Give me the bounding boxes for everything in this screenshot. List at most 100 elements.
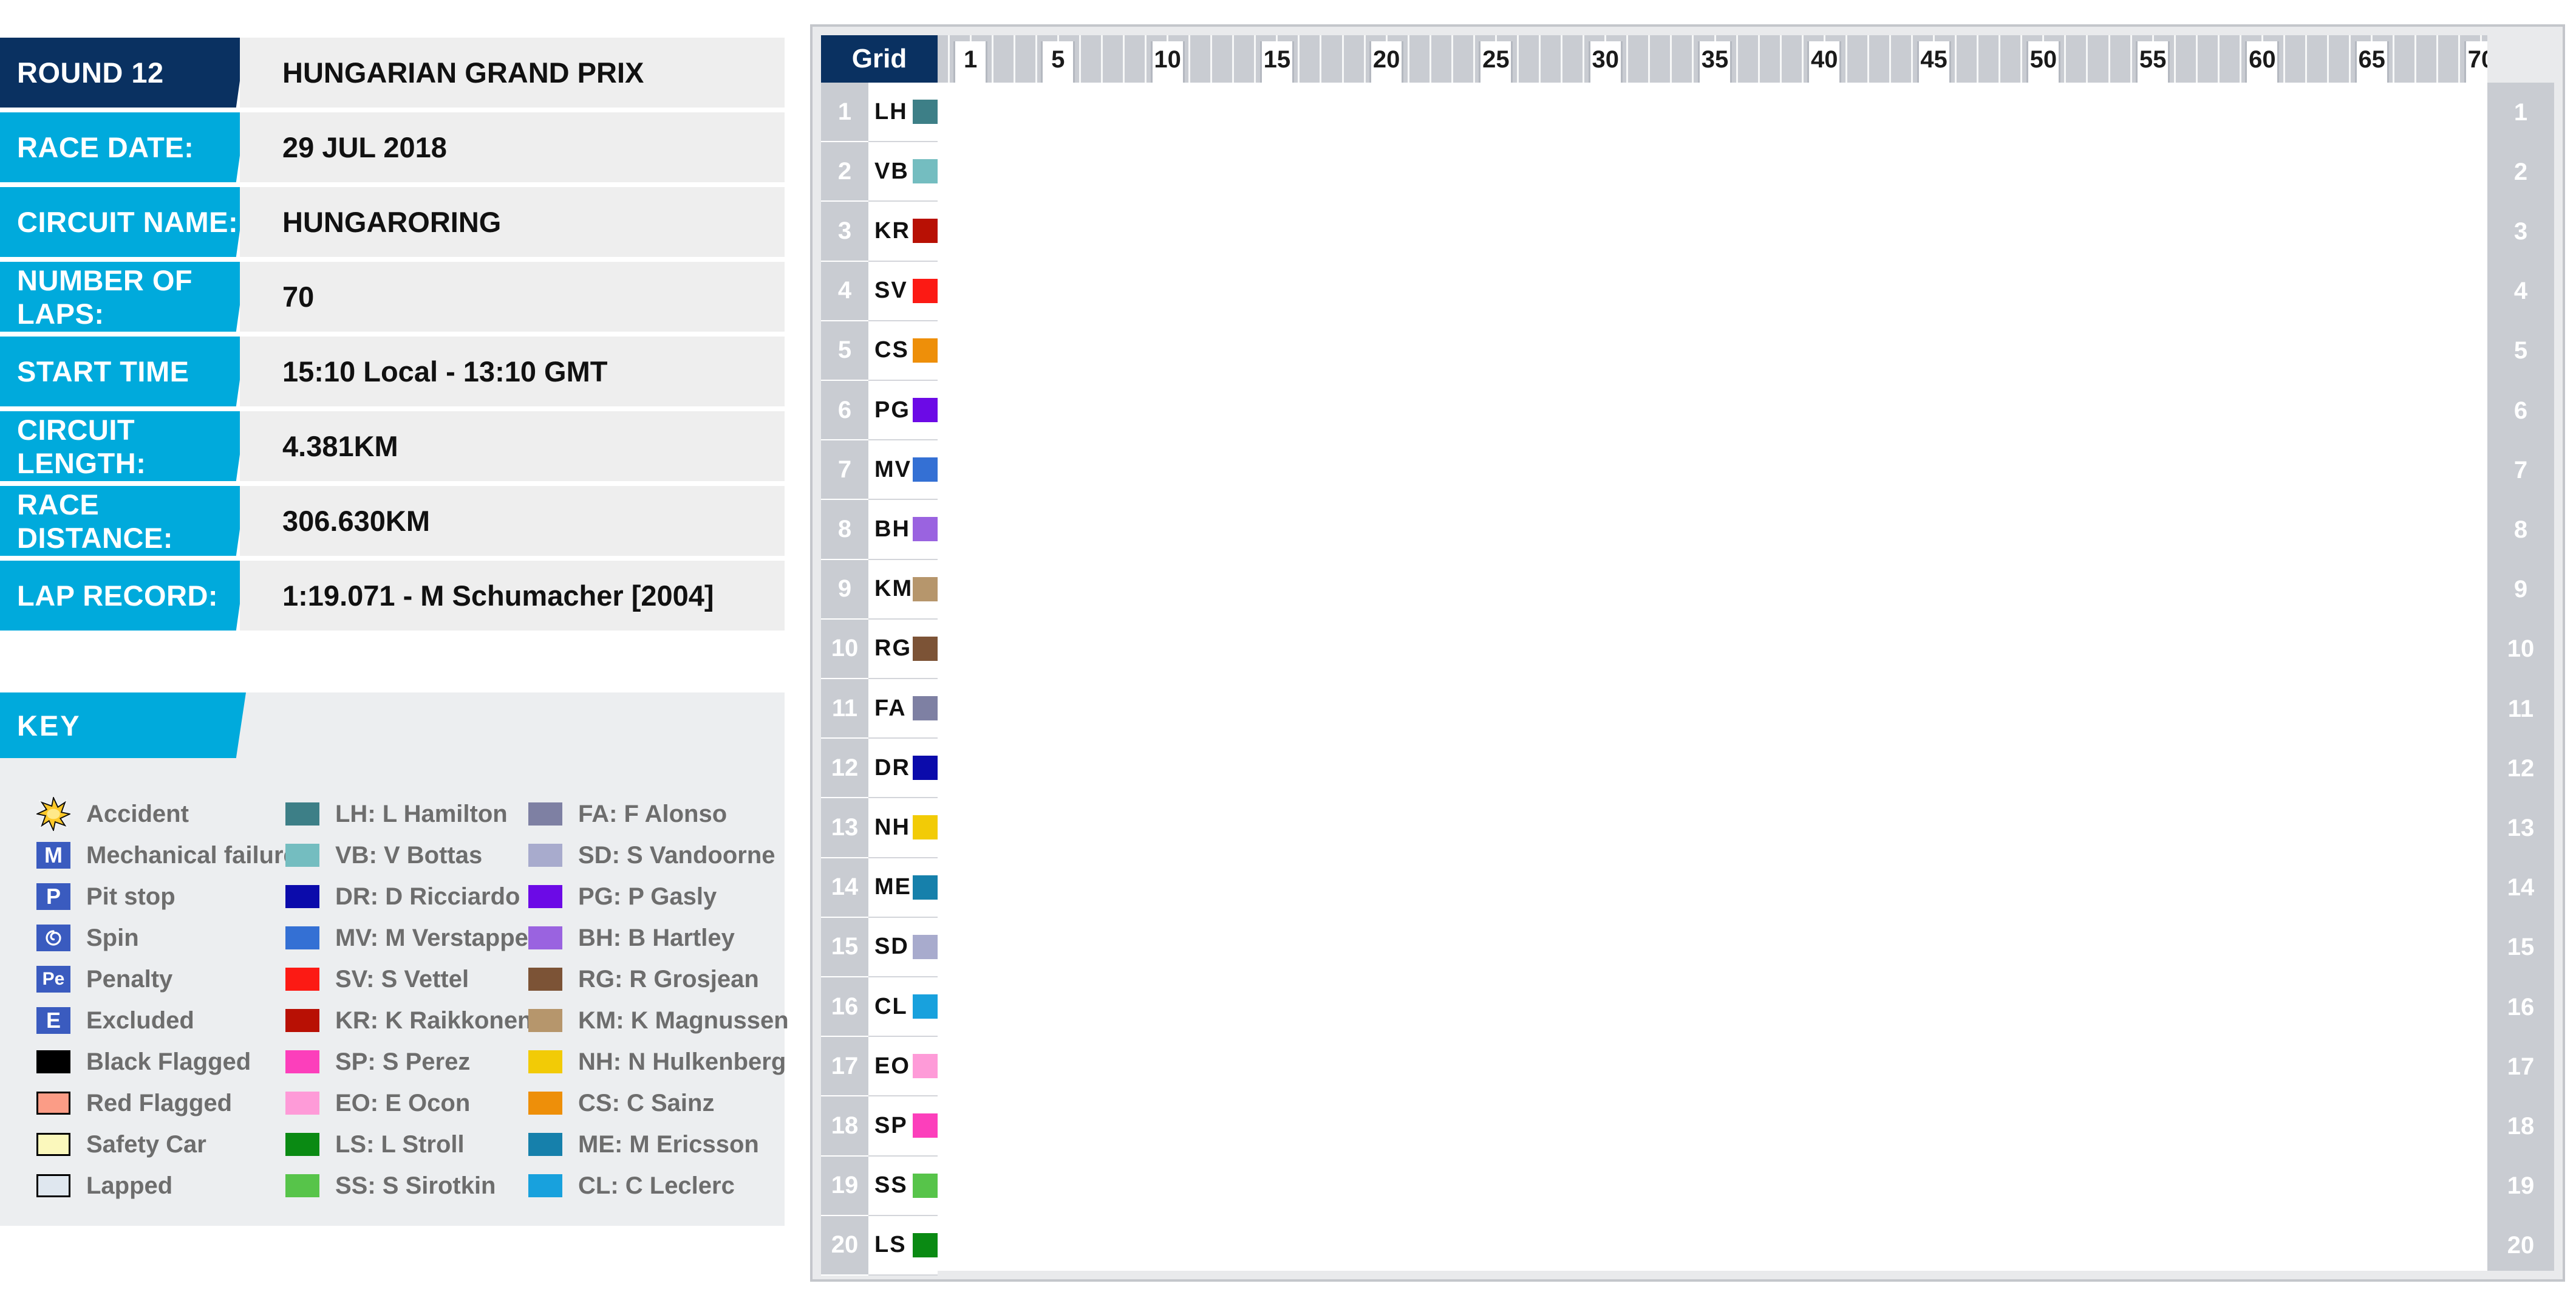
key-panel: KEY Accident M Mechanical failure P Pit stop…: [0, 692, 789, 1226]
key-drivers-column-1: LH: L Hamilton VB: V Bottas DR: D Ricciard…: [285, 793, 543, 1206]
lap-tick-30: 30: [1588, 41, 1623, 83]
lap-gridline: [2173, 35, 2176, 83]
race-info-label: CIRCUIT LENGTH:: [0, 411, 246, 481]
grid-position-13: 13: [821, 798, 868, 858]
lap-gridline: [1013, 35, 1015, 83]
lap-tick-60: 60: [2245, 41, 2280, 83]
driver-row-SV[interactable]: SV: [868, 261, 938, 321]
driver-row-MV[interactable]: MV: [868, 440, 938, 501]
lap-gridline: [1473, 35, 1475, 83]
driver-color-swatch: [285, 968, 319, 991]
driver-row-PG[interactable]: PG: [868, 381, 938, 441]
lap-gridline: [1539, 35, 1541, 83]
finish-position-17: 17: [2507, 1053, 2535, 1080]
key-driver-label: EO: E Ocon: [335, 1089, 471, 1116]
driver-row-VB[interactable]: VB: [868, 142, 938, 202]
key-item: Black Flagged: [36, 1041, 285, 1082]
lap-gridline: [1254, 35, 1256, 83]
driver-color-chip: [913, 636, 938, 661]
lap-gridline: [2393, 35, 2395, 83]
lap-gridline: [991, 35, 993, 83]
lap-gridline: [1516, 35, 1519, 83]
driver-color-swatch: [285, 844, 319, 867]
lap-gridline: [2305, 35, 2308, 83]
key-driver-label: PG: P Gasly: [578, 883, 717, 910]
driver-color-chip: [913, 1173, 938, 1198]
lap-gridline: [1320, 35, 1322, 83]
key-item: Accident: [36, 793, 285, 835]
driver-row-SS[interactable]: SS: [868, 1156, 938, 1216]
grid-position-4: 4: [821, 261, 868, 321]
grid-position-7: 7: [821, 440, 868, 501]
lap-tick-25: 25: [1479, 41, 1513, 83]
driver-row-KR[interactable]: KR: [868, 202, 938, 262]
grid-position-6: 6: [821, 381, 868, 441]
key-driver-item: CS: C Sainz: [528, 1082, 771, 1124]
lap-gridline: [2020, 35, 2023, 83]
driver-code-label: ME: [874, 874, 911, 900]
lap-gridline: [2239, 35, 2241, 83]
driver-row-KM[interactable]: KM: [868, 559, 938, 620]
driver-row-ME[interactable]: ME: [868, 858, 938, 918]
key-driver-item: KR: K Raikkonen: [285, 1000, 533, 1041]
finish-position-8: 8: [2513, 516, 2528, 543]
driver-row-RG[interactable]: RG: [868, 619, 938, 679]
lap-gridline: [1341, 35, 1344, 83]
driver-color-swatch: [528, 926, 562, 949]
driver-row-BH[interactable]: BH: [868, 500, 938, 560]
driver-row-SD[interactable]: SD: [868, 917, 938, 977]
key-driver-item: FA: F Alonso: [528, 793, 771, 835]
key-driver-label: RG: R Grosjean: [578, 965, 759, 993]
finish-position-19: 19: [2507, 1172, 2535, 1200]
driver-row-NH[interactable]: NH: [868, 798, 938, 858]
driver-row-EO[interactable]: EO: [868, 1037, 938, 1097]
race-info-row: RACE DISTANCE: 306.630KM: [0, 486, 785, 556]
red-flag-icon: [36, 1092, 70, 1115]
grid-position-16: 16: [821, 977, 868, 1038]
key-driver-label: BH: B Hartley: [578, 924, 735, 951]
lap-gridline: [1736, 35, 1738, 83]
grid-header-label: Grid: [821, 35, 938, 83]
key-driver-item: RG: R Grosjean: [528, 959, 771, 1000]
driver-color-swatch: [528, 844, 562, 867]
key-driver-item: VB: V Bottas: [285, 835, 528, 876]
driver-row-CS[interactable]: CS: [868, 321, 938, 381]
driver-row-CL[interactable]: CL: [868, 977, 938, 1038]
lap-gridline: [1188, 35, 1191, 83]
key-driver-label: FA: F Alonso: [578, 800, 727, 827]
driver-row-LS[interactable]: LS: [868, 1215, 938, 1276]
driver-color-chip: [913, 994, 938, 1019]
lap-gridline: [1583, 35, 1585, 83]
race-info-value: HUNGARORING: [240, 187, 785, 257]
key-item: Red Flagged: [36, 1082, 285, 1124]
race-info-row: ROUND 12 HUNGARIAN GRAND PRIX: [0, 38, 785, 108]
key-driver-label: SD: S Vandoorne: [578, 841, 775, 869]
key-driver-item: DR: D Ricciardo: [285, 876, 528, 917]
driver-code-label: CS: [874, 337, 909, 363]
driver-row-FA[interactable]: FA: [868, 679, 938, 739]
driver-color-chip: [913, 696, 938, 721]
lap-tick-1: 1: [953, 41, 988, 83]
driver-row-DR[interactable]: DR: [868, 739, 938, 799]
finish-position-13: 13: [2507, 814, 2535, 841]
key-driver-label: SS: S Sirotkin: [335, 1172, 496, 1199]
lap-gridline: [2064, 35, 2067, 83]
lap-gridline: [1998, 35, 2001, 83]
driver-color-swatch: [285, 802, 319, 826]
key-item-label: Red Flagged: [86, 1089, 233, 1116]
driver-color-swatch: [528, 1092, 562, 1115]
lap-gridline: [1626, 35, 1629, 83]
finish-position-11: 11: [2507, 695, 2534, 722]
driver-code-label: EO: [874, 1053, 910, 1079]
key-item: Safety Car: [36, 1124, 285, 1165]
key-driver-label: MV: M Verstappen: [335, 924, 543, 951]
key-driver-label: KM: K Magnussen: [578, 1007, 789, 1034]
finish-position-6: 6: [2513, 397, 2528, 424]
lap-gridline: [1407, 35, 1409, 83]
grid-position-14: 14: [821, 858, 868, 918]
grid-position-12: 12: [821, 739, 868, 799]
driver-color-chip: [913, 517, 938, 542]
driver-color-chip: [913, 159, 938, 184]
driver-row-LH[interactable]: LH: [868, 83, 938, 143]
driver-row-SP[interactable]: SP: [868, 1096, 938, 1157]
